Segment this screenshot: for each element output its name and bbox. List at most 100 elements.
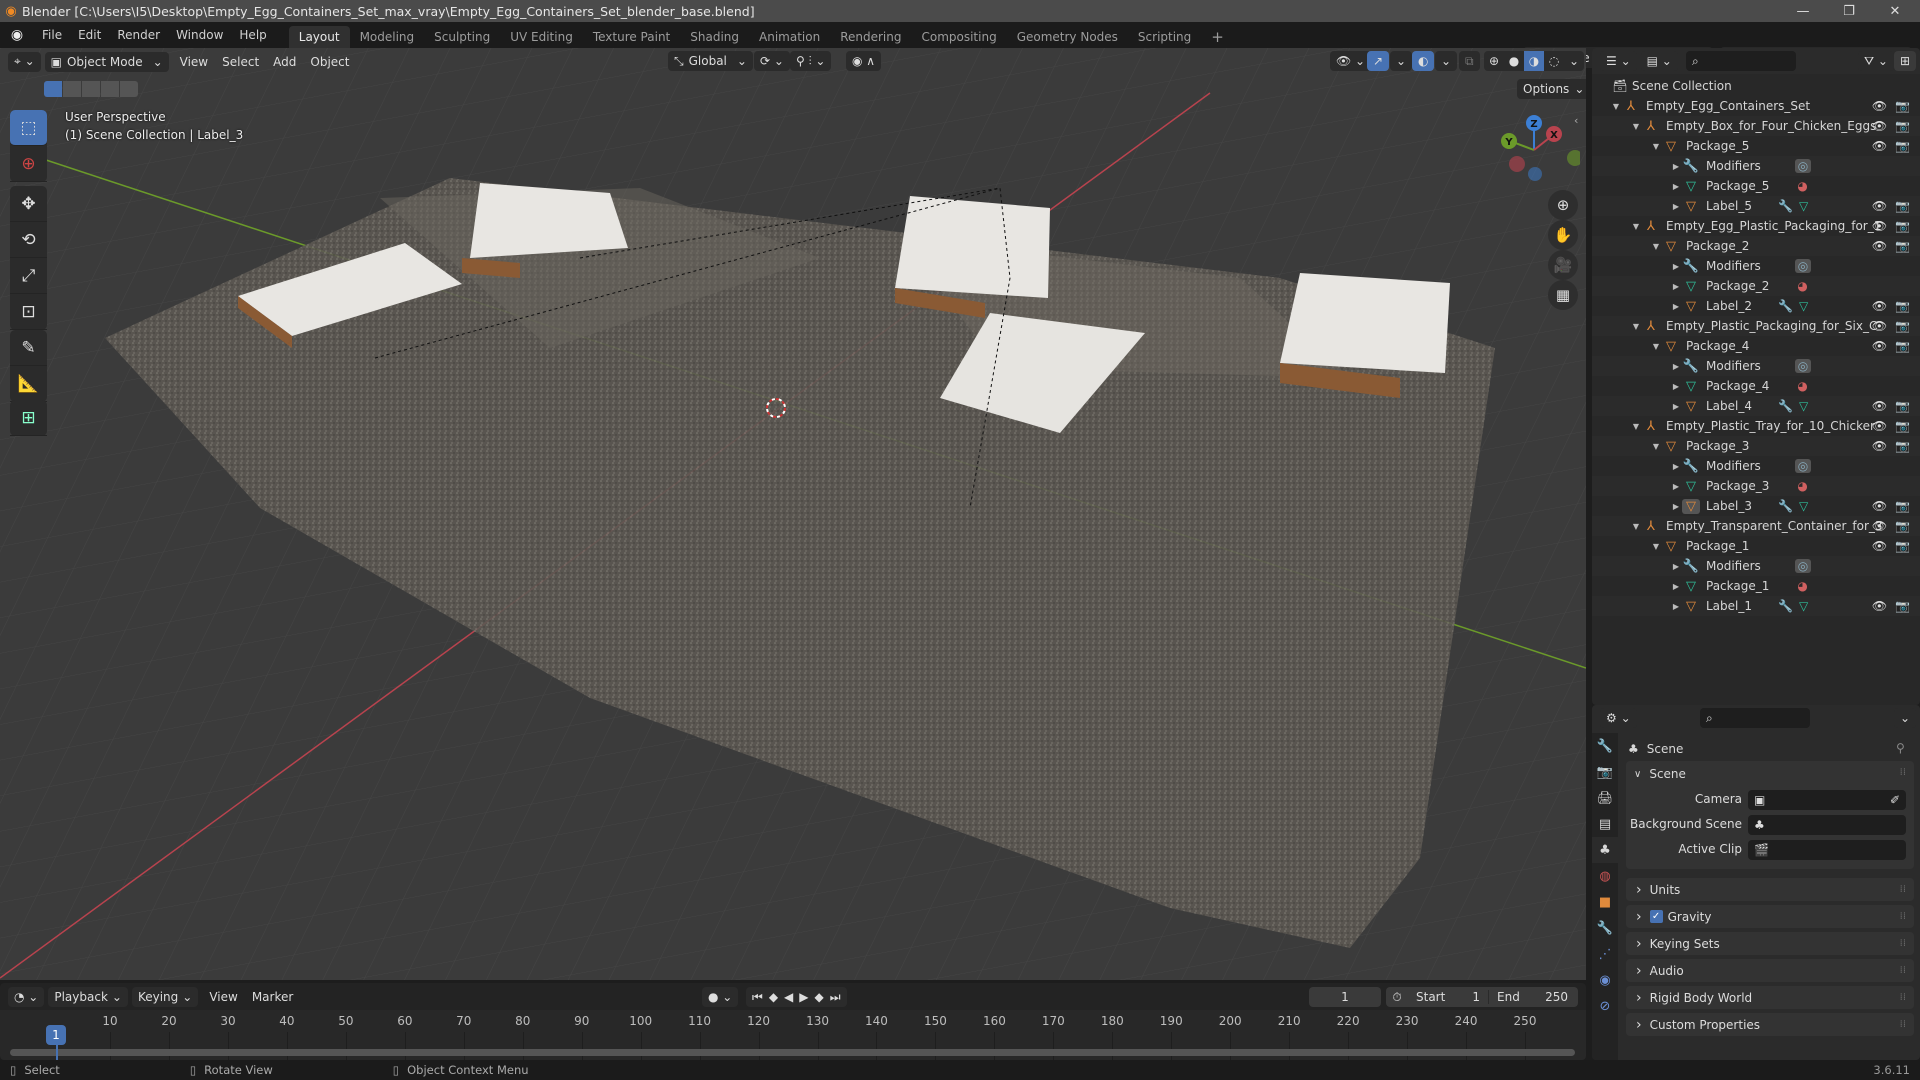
disclosure-expanded-icon[interactable]: ▼ — [1650, 142, 1662, 151]
modifier-icon[interactable]: 🔧 — [1778, 399, 1793, 413]
camera-render-icon[interactable]: 📷 — [1895, 539, 1910, 553]
workspace-tab-uv-editing[interactable]: UV Editing — [500, 26, 583, 48]
visibility-selector[interactable]: 👁 ⌄ — [1330, 51, 1372, 71]
disclosure-collapsed-icon[interactable]: ▶ — [1670, 262, 1682, 271]
timeline-scrollbar[interactable] — [10, 1049, 1575, 1056]
tab-particles[interactable]: ⋰ — [1592, 941, 1618, 967]
properties-options-dropdown[interactable]: ⌄ — [1894, 708, 1917, 728]
xray-toggle[interactable]: ⧉ — [1459, 51, 1480, 71]
outliner-row[interactable]: ▶ ▽ Package_1 ◕ — [1592, 576, 1920, 596]
disclosure-expanded-icon[interactable]: ▼ — [1630, 222, 1642, 231]
next-keyframe-icon[interactable]: ◆ — [815, 990, 824, 1004]
panel-units[interactable]: › Units ⁞⁞ — [1626, 878, 1914, 901]
camera-render-icon[interactable]: 📷 — [1895, 219, 1910, 233]
outliner-row[interactable]: ▶ 🔧 Modifiers ◎ — [1592, 456, 1920, 476]
outliner-row[interactable]: ▼ ▽ Package_3 👁 📷 — [1592, 436, 1920, 456]
rendered-shading-icon[interactable]: ◌ — [1544, 54, 1564, 68]
background-scene-field[interactable]: ♣ — [1748, 815, 1906, 835]
viewport-scene[interactable] — [0, 48, 1586, 980]
tool-transform[interactable]: ⊡ — [10, 294, 47, 330]
current-frame-field[interactable]: 1 — [1309, 987, 1381, 1007]
active-clip-field[interactable]: 🎬 — [1748, 840, 1906, 860]
play-reverse-icon[interactable]: ◀ — [784, 990, 793, 1004]
camera-render-icon[interactable]: 📷 — [1895, 239, 1910, 253]
eye-icon[interactable]: 👁 — [1872, 519, 1887, 533]
properties-editor-type-button[interactable]: ⚙ ⌄ — [1600, 708, 1637, 728]
disclosure-collapsed-icon[interactable]: ▶ — [1670, 182, 1682, 191]
outliner-scene-collection[interactable]: 🗃 Scene Collection — [1592, 76, 1920, 96]
outliner-row[interactable]: ▶ 🔧 Modifiers ◎ — [1592, 256, 1920, 276]
select-invert-icon[interactable] — [101, 81, 119, 97]
drag-handle-icon[interactable]: ⁞⁞ — [1900, 911, 1906, 922]
transform-orientation-selector[interactable]: ⤡ Global ⌄ — [668, 51, 753, 71]
disclosure-expanded-icon[interactable]: ▼ — [1610, 102, 1622, 111]
mesh-data-icon[interactable]: ▽ — [1799, 199, 1808, 213]
material-icon[interactable]: ◕ — [1797, 179, 1807, 193]
eye-icon[interactable]: 👁 — [1872, 219, 1887, 233]
camera-render-icon[interactable]: 📷 — [1895, 339, 1910, 353]
overlay-dropdown[interactable]: ⌄ — [1435, 51, 1458, 71]
eye-icon[interactable]: 👁 — [1872, 339, 1887, 353]
panel-gravity[interactable]: › ✓ Gravity ⁞⁞ — [1626, 905, 1914, 928]
disclosure-expanded-icon[interactable]: ▼ — [1630, 122, 1642, 131]
menu-window[interactable]: Window — [168, 22, 231, 48]
material-icon[interactable]: ◕ — [1797, 379, 1807, 393]
timeline-view-menu[interactable]: View — [202, 990, 244, 1004]
tool-annotate[interactable]: ✎ — [10, 330, 47, 366]
outliner-row[interactable]: ▶ 🔧 Modifiers ◎ — [1592, 156, 1920, 176]
eye-icon[interactable]: 👁 — [1872, 599, 1887, 613]
outliner-row[interactable]: ▼ ▽ Package_5 👁 📷 — [1592, 136, 1920, 156]
stopwatch-icon[interactable]: ⏱ — [1386, 990, 1408, 1005]
outliner-row[interactable]: ▼ ⅄ Empty_Plastic_Packaging_for_Six_C 👁 📷 — [1592, 316, 1920, 336]
disclosure-collapsed-icon[interactable]: ▶ — [1670, 402, 1682, 411]
material-icon[interactable]: ◕ — [1797, 479, 1807, 493]
outliner-row[interactable]: ▼ ▽ Package_2 👁 📷 — [1592, 236, 1920, 256]
disclosure-collapsed-icon[interactable]: ▶ — [1670, 582, 1682, 591]
tab-modifiers[interactable]: 🔧 — [1592, 915, 1618, 941]
workspace-tab-shading[interactable]: Shading — [680, 26, 749, 48]
disclosure-collapsed-icon[interactable]: ▶ — [1670, 482, 1682, 491]
eyedropper-icon[interactable]: ✐ — [1890, 793, 1900, 807]
panel-audio[interactable]: › Audio ⁞⁞ — [1626, 959, 1914, 982]
outliner-editor-type-button[interactable]: ☰ ⌄ — [1600, 51, 1637, 71]
tool-rotate[interactable]: ⟲ — [10, 222, 47, 258]
overlay-toggle[interactable]: ◐ — [1412, 51, 1435, 71]
outliner-row[interactable]: ▶ ▽ Package_3 ◕ — [1592, 476, 1920, 496]
jump-start-icon[interactable]: ⏮ — [752, 990, 763, 1005]
outliner-row[interactable]: ▼ ▽ Package_4 👁 📷 — [1592, 336, 1920, 356]
camera-render-icon[interactable]: 📷 — [1895, 399, 1910, 413]
eye-icon[interactable]: 👁 — [1872, 319, 1887, 333]
ortho-toggle-button[interactable]: ▦ — [1548, 280, 1578, 310]
scene-panel-header[interactable]: ∨ Scene — [1634, 767, 1686, 781]
snap-button[interactable]: ⚲ ⫶ ⌄ — [790, 51, 832, 71]
workspace-tab-animation[interactable]: Animation — [749, 26, 830, 48]
disclosure-collapsed-icon[interactable]: ▶ — [1670, 462, 1682, 471]
panel-keying-sets[interactable]: › Keying Sets ⁞⁞ — [1626, 932, 1914, 955]
menu-add[interactable]: Add — [266, 55, 303, 69]
menu-view[interactable]: View — [173, 55, 215, 69]
workspace-tab-modeling[interactable]: Modeling — [350, 26, 425, 48]
disclosure-collapsed-icon[interactable]: ▶ — [1670, 362, 1682, 371]
play-icon[interactable]: ▶ — [799, 990, 808, 1004]
camera-render-icon[interactable]: 📷 — [1895, 439, 1910, 453]
options-button[interactable]: Options ⌄ — [1517, 79, 1586, 99]
marker-menu[interactable]: Marker — [245, 990, 300, 1004]
menu-edit[interactable]: Edit — [70, 22, 109, 48]
menu-object[interactable]: Object — [303, 55, 356, 69]
outliner-row[interactable]: ▶ ▽ Package_4 ◕ — [1592, 376, 1920, 396]
modifier-type-icon[interactable]: ◎ — [1794, 459, 1812, 473]
maximize-button[interactable]: ❐ — [1826, 0, 1872, 22]
modifier-icon[interactable]: 🔧 — [1778, 599, 1793, 613]
outliner-search-input[interactable]: ⌕ — [1686, 51, 1796, 71]
eye-icon[interactable]: 👁 — [1872, 539, 1887, 553]
keying-menu[interactable]: Keying ⌄ — [131, 986, 199, 1007]
properties-search-input[interactable]: ⌕ — [1700, 708, 1810, 728]
eye-icon[interactable]: 👁 — [1872, 139, 1887, 153]
workspace-tab-texture-paint[interactable]: Texture Paint — [583, 26, 680, 48]
select-subtract-icon[interactable] — [82, 81, 100, 97]
select-new-icon[interactable] — [44, 81, 62, 97]
gizmo-neg-y[interactable] — [1567, 150, 1583, 166]
tab-tool[interactable]: 🔧 — [1592, 733, 1618, 759]
tool-select-box[interactable]: ⬚ — [10, 110, 47, 146]
modifier-type-icon[interactable]: ◎ — [1794, 159, 1812, 173]
